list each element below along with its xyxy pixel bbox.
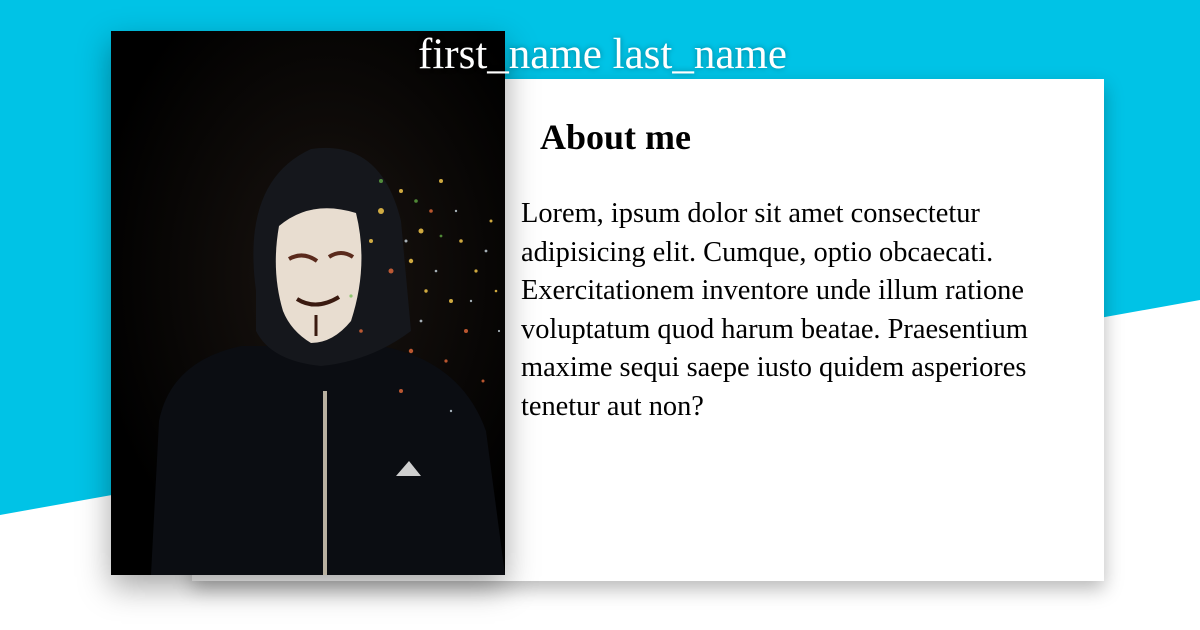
profile-photo	[111, 31, 505, 575]
about-heading: About me	[540, 117, 691, 157]
profile-name: first_name last_name	[418, 31, 787, 78]
about-text: Lorem, ipsum dolor sit amet consectetur …	[521, 198, 1028, 422]
